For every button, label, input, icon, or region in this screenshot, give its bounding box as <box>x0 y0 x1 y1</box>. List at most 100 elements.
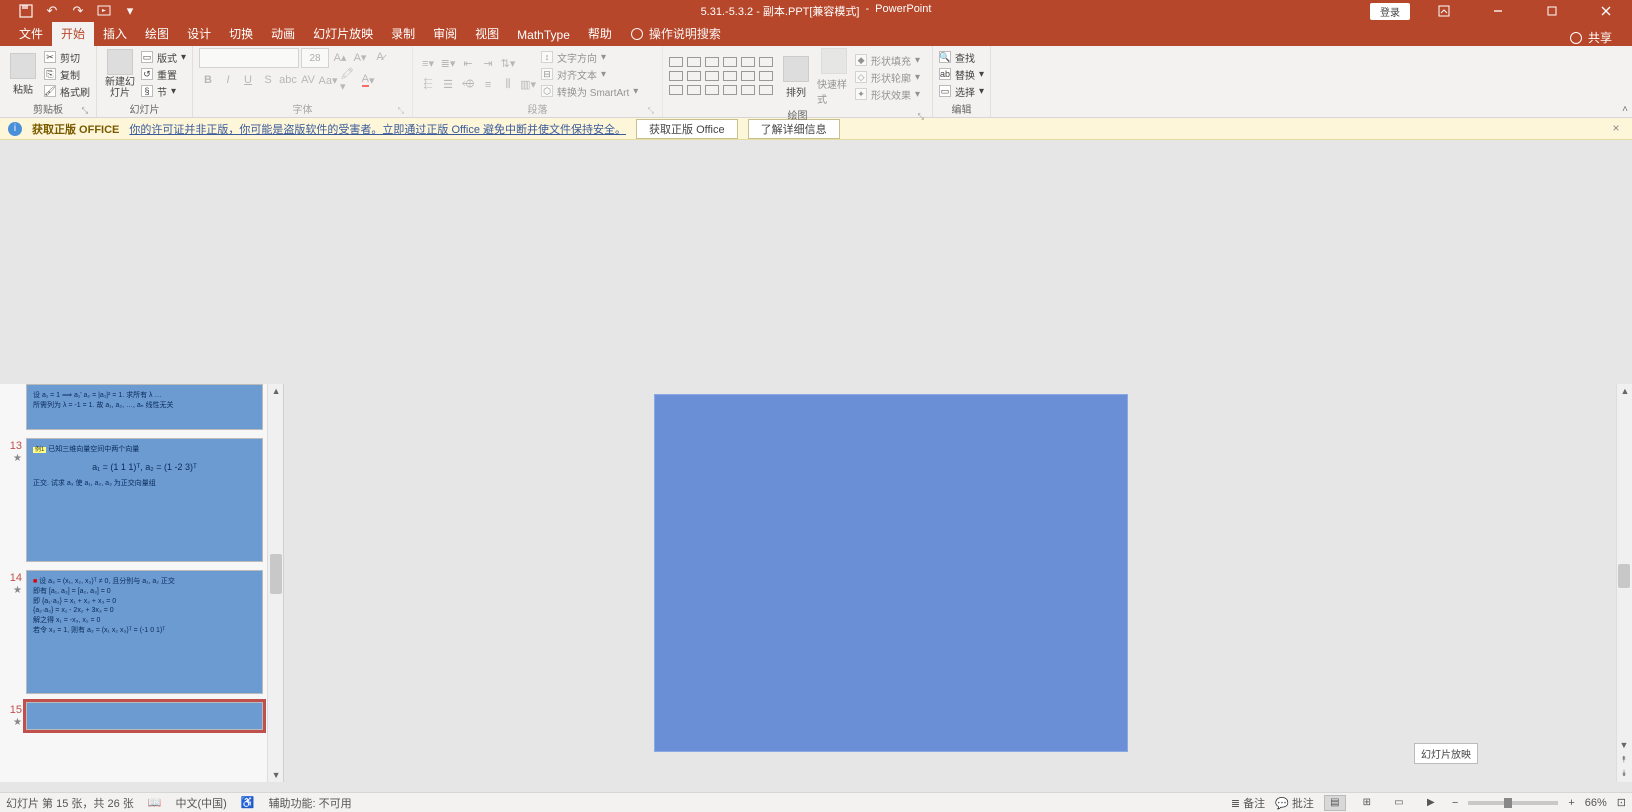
scroll-down-button[interactable]: ▼ <box>1616 740 1632 754</box>
spell-check-icon[interactable]: 📖 <box>148 796 162 809</box>
tab-home[interactable]: 开始 <box>52 21 94 46</box>
tab-record[interactable]: 录制 <box>382 21 424 46</box>
underline-button[interactable]: U <box>239 71 257 89</box>
share-button[interactable]: 共享 <box>1588 29 1612 46</box>
align-right-button[interactable]: ⬲ <box>459 76 477 94</box>
slideshow-view-button[interactable]: ▶ <box>1420 795 1442 811</box>
normal-view-button[interactable]: ▤ <box>1324 795 1346 811</box>
section-button[interactable]: §节▾ <box>141 84 186 99</box>
tab-file[interactable]: 文件 <box>10 21 52 46</box>
character-spacing-button[interactable]: AV <box>299 71 317 89</box>
copy-button[interactable]: ⎘复制 <box>44 67 90 82</box>
shadow-button[interactable]: abc <box>279 71 297 89</box>
zoom-in-button[interactable]: + <box>1568 797 1574 809</box>
reset-button[interactable]: ↺重置 <box>141 67 186 82</box>
new-slide-button[interactable]: 新建幻灯片 <box>103 49 137 99</box>
tab-draw[interactable]: 绘图 <box>136 21 178 46</box>
close-button[interactable] <box>1586 0 1626 22</box>
select-button[interactable]: ▭选择▾ <box>939 84 984 99</box>
reading-view-button[interactable]: ▭ <box>1388 795 1410 811</box>
zoom-slider[interactable] <box>1468 801 1558 805</box>
zoom-out-button[interactable]: − <box>1452 797 1458 809</box>
shape-outline-button[interactable]: ◇形状轮廓▾ <box>855 70 920 85</box>
fit-to-window-button[interactable]: ⊡ <box>1617 796 1626 809</box>
maximize-button[interactable] <box>1532 0 1572 22</box>
decrease-font-button[interactable]: A▾ <box>351 48 369 66</box>
paragraph-launcher[interactable]: ⤡ <box>648 106 654 116</box>
numbering-button[interactable]: ≣▾ <box>439 55 457 73</box>
distribute-button[interactable]: ⫼ <box>499 76 517 94</box>
tab-insert[interactable]: 插入 <box>94 21 136 46</box>
zoom-slider-handle[interactable] <box>1504 798 1512 808</box>
layout-button[interactable]: ▭版式▾ <box>141 50 186 65</box>
scrollbar-thumb[interactable] <box>270 554 282 594</box>
thumbnail-slide-13[interactable]: 13★ 例1 已知三维向量空间中两个向量 a₁ = (1 1 1)ᵀ, a₂ =… <box>4 438 263 562</box>
line-spacing-button[interactable]: ⇅▾ <box>499 55 517 73</box>
thumbnail-slide-15[interactable]: 15★ <box>4 702 263 730</box>
clipboard-launcher[interactable]: ⤡ <box>82 106 88 116</box>
text-direction-button[interactable]: ↕文字方向▾ <box>541 50 638 65</box>
previous-slide-button[interactable]: ⯭ <box>1616 754 1632 768</box>
comments-button[interactable]: 💬 批注 <box>1275 795 1314 811</box>
align-center-button[interactable]: ☰ <box>439 76 457 94</box>
thumbnail-slide-12-partial[interactable]: 设 a₁ = 1 ⟹ a₁' a₂ = |a₁|² = 1. 求所有 λ … 所… <box>4 384 263 430</box>
font-launcher[interactable]: ⤡ <box>398 106 404 116</box>
accessibility-status[interactable]: 辅助功能: 不可用 <box>269 795 352 811</box>
start-from-beginning-button[interactable] <box>96 3 112 19</box>
editor-scrollbar[interactable]: ▲ ▼ ⯭ ⯯ <box>1616 384 1632 782</box>
increase-indent-button[interactable]: ⇥ <box>479 55 497 73</box>
qat-customize[interactable]: ▾ <box>122 3 138 19</box>
thumbnail-scrollbar[interactable]: ▲ ▼ <box>267 384 283 782</box>
notes-button[interactable]: ≣ 备注 <box>1231 795 1265 811</box>
strikethrough-button[interactable]: S <box>259 71 277 89</box>
scrollbar-thumb[interactable] <box>1618 564 1630 588</box>
clear-formatting-button[interactable]: A̷ <box>371 48 389 66</box>
tab-view[interactable]: 视图 <box>466 21 508 46</box>
tab-slideshow[interactable]: 幻灯片放映 <box>304 21 382 46</box>
current-slide-canvas[interactable] <box>654 394 1128 752</box>
align-text-button[interactable]: ⊟对齐文本▾ <box>541 67 638 82</box>
undo-button[interactable]: ↶ <box>44 3 60 19</box>
save-button[interactable] <box>18 3 34 19</box>
replace-button[interactable]: ab替换▾ <box>939 67 984 82</box>
tab-review[interactable]: 审阅 <box>424 21 466 46</box>
shapes-gallery[interactable] <box>669 57 775 97</box>
font-color-button[interactable]: A▾ <box>359 71 377 89</box>
slide-counter[interactable]: 幻灯片 第 15 张，共 26 张 <box>6 795 134 811</box>
bullets-button[interactable]: ≡▾ <box>419 55 437 73</box>
slide-sorter-view-button[interactable]: ⊞ <box>1356 795 1378 811</box>
tab-animations[interactable]: 动画 <box>262 21 304 46</box>
font-size-input[interactable] <box>301 48 329 68</box>
tab-mathtype[interactable]: MathType <box>508 24 579 46</box>
shape-fill-button[interactable]: ◆形状填充▾ <box>855 53 920 68</box>
drawing-launcher[interactable]: ⤡ <box>918 112 924 122</box>
paste-button[interactable]: 粘贴 <box>6 53 40 96</box>
minimize-button[interactable] <box>1478 0 1518 22</box>
collapse-ribbon-button[interactable]: ˄ <box>1622 104 1628 115</box>
scroll-up-button[interactable]: ▲ <box>1617 384 1632 398</box>
language-indicator[interactable]: 中文(中国) <box>175 795 226 811</box>
next-slide-button[interactable]: ⯯ <box>1616 768 1632 782</box>
slide-editor[interactable]: ▲ ▼ ⯭ ⯯ 幻灯片放映 <box>284 384 1632 782</box>
bold-button[interactable]: B <box>199 71 217 89</box>
quick-styles-button[interactable]: 快速样式 <box>817 48 851 106</box>
find-button[interactable]: 🔍查找 <box>939 50 984 65</box>
cut-button[interactable]: ✂剪切 <box>44 50 90 65</box>
tab-transitions[interactable]: 切换 <box>220 21 262 46</box>
columns-button[interactable]: ▥▾ <box>519 76 537 94</box>
shape-effects-button[interactable]: ✦形状效果▾ <box>855 87 920 102</box>
align-left-button[interactable]: ⬱ <box>419 76 437 94</box>
tab-design[interactable]: 设计 <box>178 21 220 46</box>
tell-me-search[interactable]: 操作说明搜索 <box>621 21 731 46</box>
format-painter-button[interactable]: 🖌格式刷 <box>44 84 90 99</box>
change-case-button[interactable]: Aa▾ <box>319 71 337 89</box>
scroll-up-button[interactable]: ▲ <box>268 384 284 398</box>
font-name-input[interactable] <box>199 48 299 68</box>
infobar-message[interactable]: 你的许可证并非正版，你可能是盗版软件的受害者。立即通过正版 Office 避免中… <box>129 121 626 137</box>
convert-smartart-button[interactable]: ⬡转换为 SmartArt▾ <box>541 84 638 99</box>
arrange-button[interactable]: 排列 <box>779 56 813 99</box>
increase-font-button[interactable]: A▴ <box>331 48 349 66</box>
login-button[interactable]: 登录 <box>1370 3 1410 20</box>
tab-help[interactable]: 帮助 <box>579 21 621 46</box>
redo-button[interactable]: ↷ <box>70 3 86 19</box>
